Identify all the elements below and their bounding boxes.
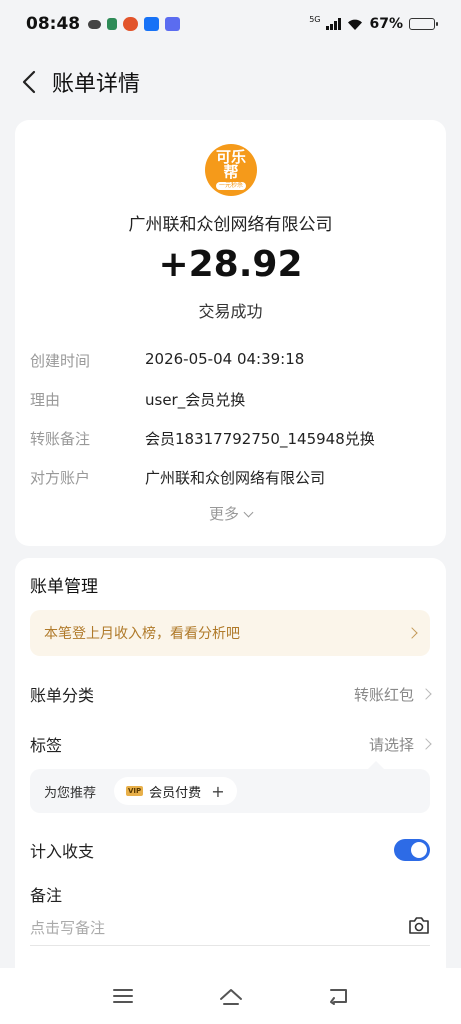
more-label: 更多 <box>208 505 239 523</box>
merchant-logo: 可乐 帮 一元秒杀 <box>205 144 257 196</box>
recommended-tag-chip[interactable]: VIP 会员付费 + <box>114 777 237 805</box>
status-time: 08:48 <box>26 14 81 34</box>
detail-row: 创建时间 2026-05-04 04:39:18 <box>30 350 430 371</box>
back-nav-button[interactable] <box>325 982 353 1010</box>
notification-app-icon <box>107 18 118 30</box>
vip-icon: VIP <box>126 786 144 796</box>
page-title: 账单详情 <box>52 72 141 97</box>
tag-label: 标签 <box>30 736 63 755</box>
transaction-status: 交易成功 <box>198 302 263 321</box>
plus-icon: + <box>211 781 225 801</box>
count-in-row: 计入收支 <box>30 838 430 862</box>
battery-icon <box>409 18 438 30</box>
count-in-label: 计入收支 <box>30 842 95 861</box>
note-label: 备注 <box>30 886 63 905</box>
category-label: 账单分类 <box>30 686 95 705</box>
menu-button[interactable] <box>109 982 137 1010</box>
detail-row: 理由 user_会员兑换 <box>30 389 430 410</box>
detail-label: 理由 <box>30 391 61 409</box>
tag-recommendations: 为您推荐 VIP 会员付费 + <box>30 761 430 813</box>
chevron-down-icon <box>243 507 254 518</box>
note-row <box>30 910 430 946</box>
recommend-label: 为您推荐 <box>44 785 97 801</box>
more-button[interactable]: 更多 <box>15 503 446 524</box>
detail-value: 2026-05-04 04:39:18 <box>145 350 305 368</box>
notification-app-icon <box>123 17 139 31</box>
camera-icon <box>409 917 429 934</box>
logo-text-3: 一元秒杀 <box>215 182 246 190</box>
vivo-icon <box>165 17 181 31</box>
wifi-icon <box>348 19 363 30</box>
detail-value: 广州联和众创网络有限公司 <box>145 469 326 487</box>
detail-row: 转账备注 会员18317792750_145948兑换 <box>30 428 430 449</box>
menu-icon <box>112 989 133 1003</box>
detail-value: 会员18317792750_145948兑换 <box>145 430 375 448</box>
detail-label: 转账备注 <box>30 430 91 448</box>
merchant-name: 广州联和众创网络有限公司 <box>128 215 333 235</box>
signal-icon <box>326 18 342 30</box>
zhihu-icon <box>144 17 160 31</box>
bill-management-card: 账单管理 本笔登上月收入榜，看看分析吧 账单分类 转账红包 标签 请选择 为您推… <box>15 558 446 978</box>
home-button[interactable] <box>217 982 245 1010</box>
bill-summary-card: 可乐 帮 一元秒杀 广州联和众创网络有限公司 +28.92 交易成功 创建时间 … <box>15 120 446 546</box>
banner-text: 本笔登上月收入榜，看看分析吧 <box>44 626 240 642</box>
status-bar: 08:48 5G 67% <box>0 0 461 48</box>
battery-percent: 67% <box>369 16 403 32</box>
income-rank-banner[interactable]: 本笔登上月收入榜，看看分析吧 <box>30 610 430 656</box>
header: 账单详情 <box>0 58 461 106</box>
camera-button[interactable] <box>408 916 430 939</box>
category-row[interactable]: 账单分类 转账红包 <box>30 682 432 706</box>
toggle-knob <box>411 842 427 858</box>
chip-label: 会员付费 <box>149 785 202 801</box>
detail-label: 创建时间 <box>30 352 91 370</box>
tag-value: 请选择 <box>368 735 414 754</box>
detail-row: 对方账户 广州联和众创网络有限公司 <box>30 467 430 488</box>
network-label: 5G <box>309 14 321 24</box>
chevron-left-icon <box>22 70 36 94</box>
notification-app-icon <box>88 19 102 29</box>
count-in-toggle[interactable] <box>394 839 430 861</box>
back-button[interactable] <box>14 67 44 97</box>
logo-text-2: 帮 <box>223 163 239 181</box>
back-icon <box>329 989 347 1005</box>
detail-label: 对方账户 <box>30 469 91 487</box>
detail-value: user_会员兑换 <box>145 391 246 409</box>
chevron-right-icon <box>406 627 418 639</box>
tag-row[interactable]: 标签 请选择 <box>30 732 432 756</box>
note-input[interactable] <box>30 918 370 937</box>
category-value: 转账红包 <box>353 685 414 704</box>
chevron-right-icon <box>420 738 432 750</box>
home-icon <box>219 989 242 1005</box>
chevron-right-icon <box>420 688 432 700</box>
notification-icons <box>88 17 181 31</box>
section-title: 账单管理 <box>30 577 98 597</box>
amount: +28.92 <box>158 244 303 285</box>
system-nav-bar <box>0 968 461 1024</box>
